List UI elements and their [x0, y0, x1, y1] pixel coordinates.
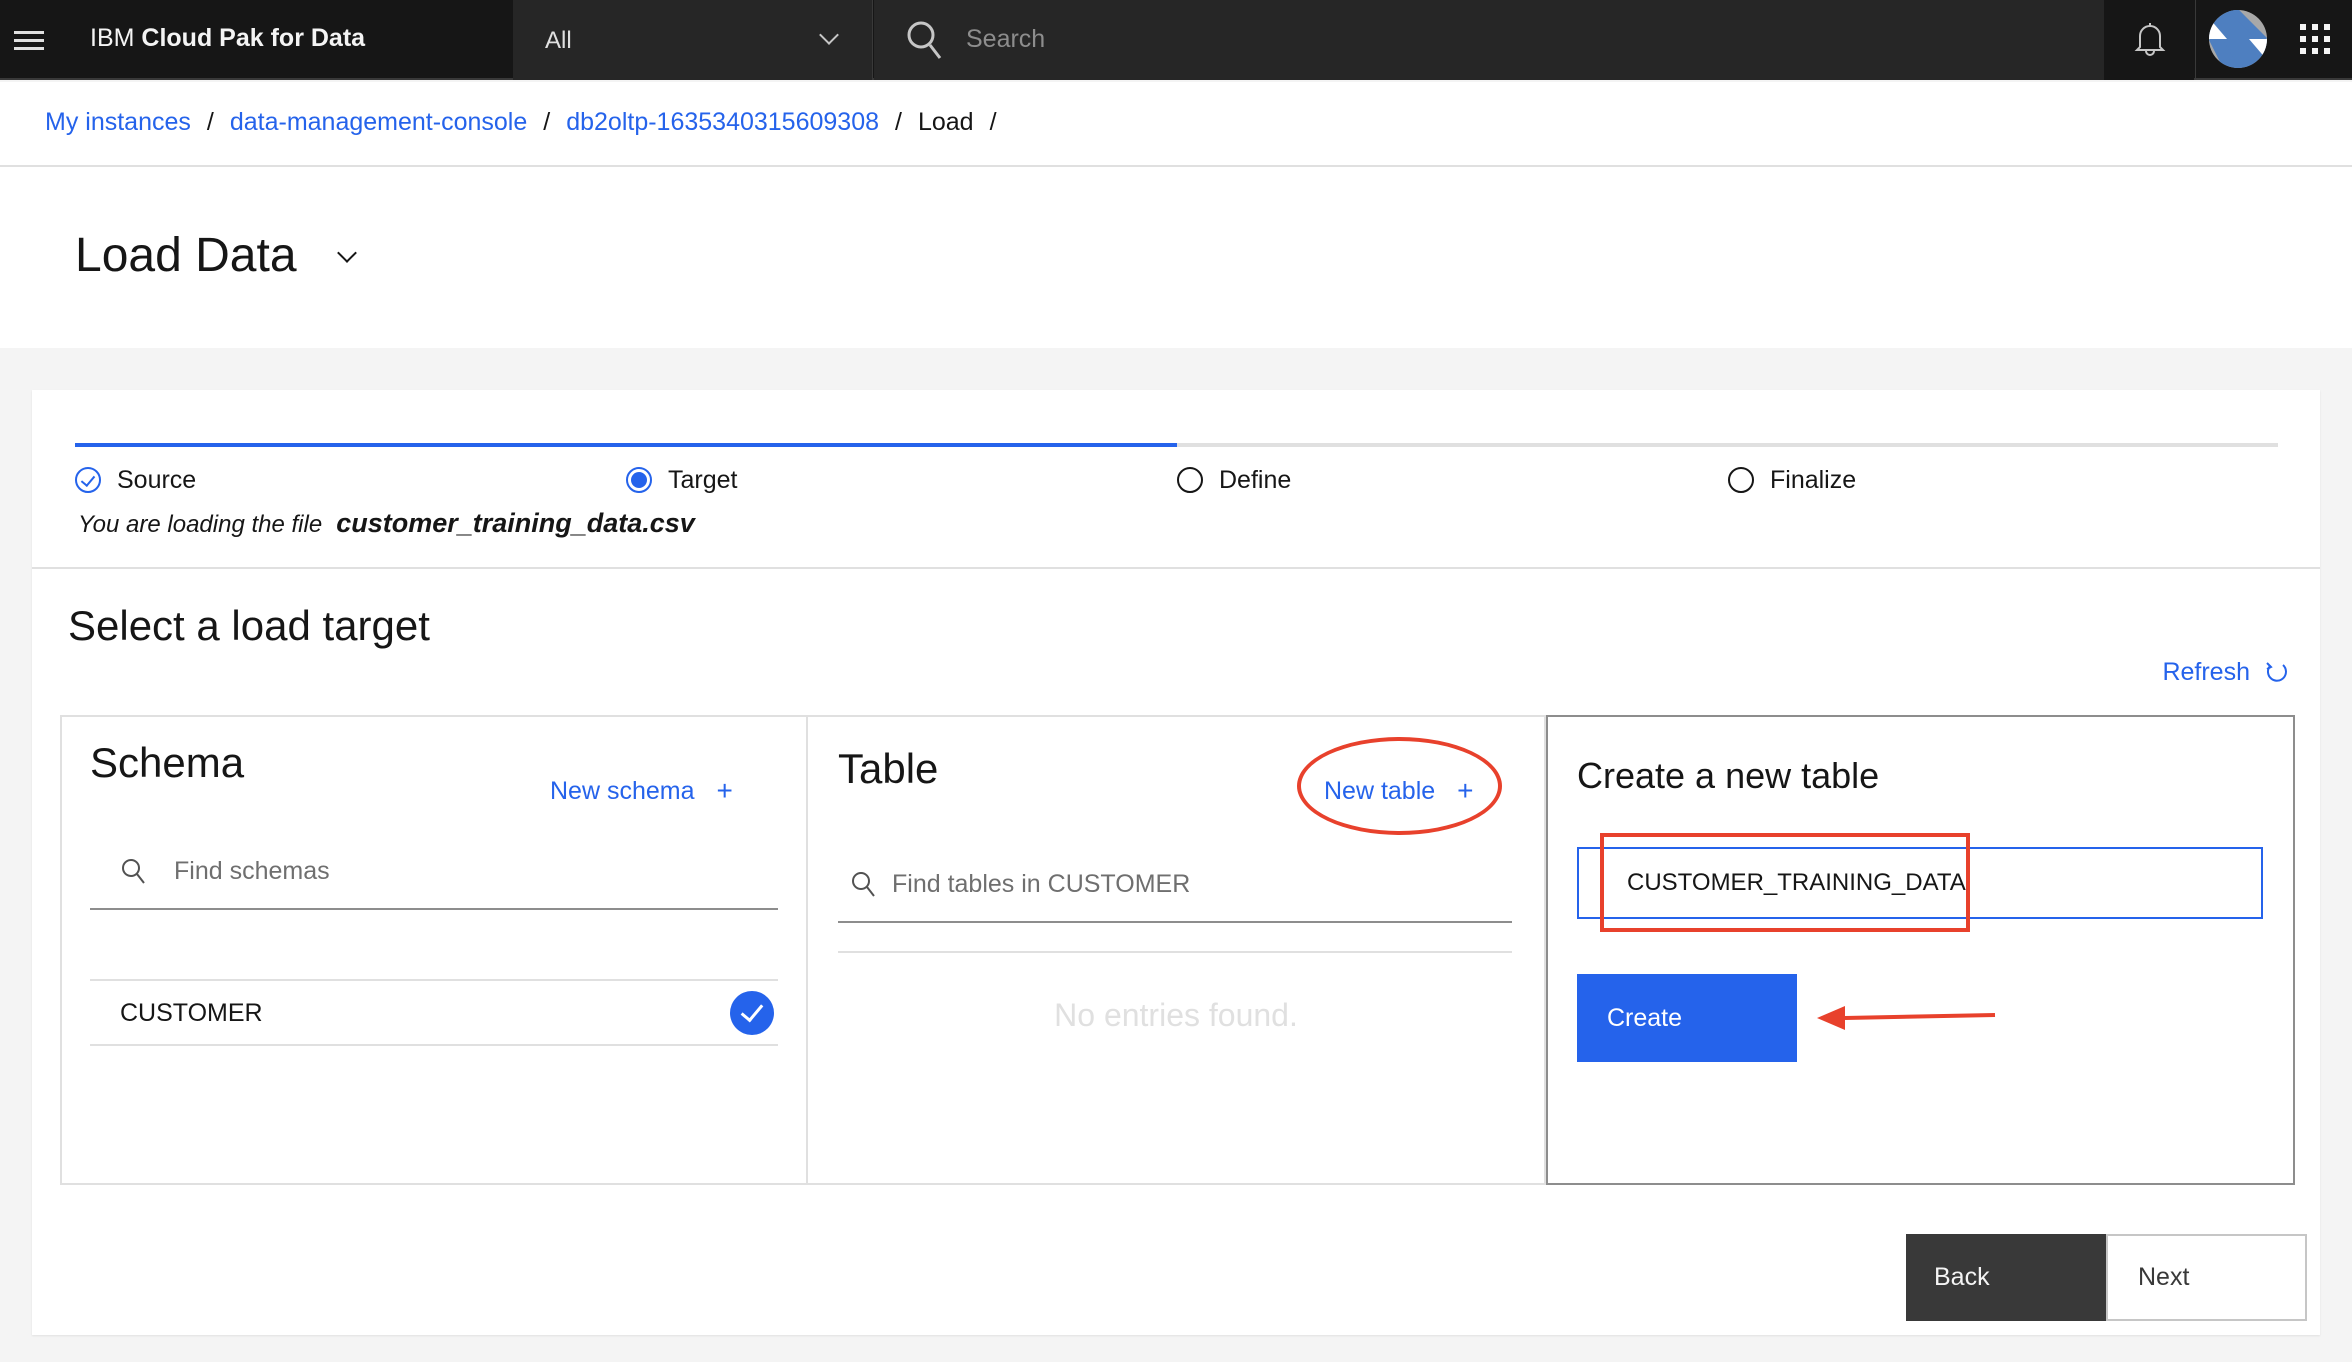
step-label: Define — [1219, 465, 1292, 494]
empty-circle-icon — [1177, 467, 1203, 493]
user-avatar — [2209, 10, 2267, 68]
create-table-panel: Create a new table Create — [1546, 715, 2295, 1185]
breadcrumb-data-management-console[interactable]: data-management-console — [230, 108, 527, 137]
search-icon — [122, 859, 145, 884]
current-step-icon — [626, 467, 652, 493]
new-schema-label: New schema — [550, 776, 695, 805]
table-panel-title: Table — [838, 745, 939, 792]
search-icon — [907, 21, 942, 59]
divider — [90, 1044, 778, 1046]
step-label: Target — [668, 465, 738, 494]
new-table-name-input[interactable] — [1577, 847, 2263, 919]
step-define[interactable]: Define — [1177, 462, 1291, 498]
scope-dropdown[interactable]: All — [513, 0, 873, 80]
breadcrumb: My instances / data-management-console /… — [45, 108, 1013, 137]
new-schema-button[interactable]: New schema + — [550, 775, 733, 807]
breadcrumb-my-instances[interactable]: My instances — [45, 108, 191, 137]
breadcrumb-db2oltp-instance[interactable]: db2oltp-1635340315609308 — [566, 108, 879, 137]
new-table-button[interactable]: New table + — [1324, 775, 1474, 807]
file-name: customer_training_data.csv — [336, 508, 695, 538]
create-table-title: Create a new table — [1577, 755, 1880, 796]
schema-search-input[interactable]: Find schemas — [90, 834, 778, 910]
plus-icon: + — [1457, 775, 1474, 806]
table-search-placeholder: Find tables in CUSTOMER — [892, 869, 1191, 898]
schema-search-placeholder: Find schemas — [174, 856, 330, 885]
divider — [0, 165, 2352, 167]
breadcrumb-separator: / — [543, 108, 551, 136]
step-label: Finalize — [1770, 465, 1857, 494]
divider — [838, 951, 1512, 953]
empty-circle-icon — [1728, 467, 1754, 493]
table-panel: Table New table + Find tables in CUSTOME… — [808, 715, 1546, 1185]
file-prefix: You are loading the file — [78, 511, 323, 538]
progress-fill — [75, 443, 1177, 447]
search-icon — [852, 872, 875, 897]
brand-title[interactable]: IBM Cloud Pak for Data — [90, 24, 365, 53]
section-title: Select a load target — [68, 602, 430, 649]
refresh-button[interactable]: Refresh — [2162, 658, 2290, 687]
empty-state-message: No entries found. — [1054, 997, 1298, 1033]
user-profile-button[interactable] — [2195, 0, 2280, 80]
global-search-input[interactable]: Search — [874, 0, 2104, 80]
step-label: Source — [117, 465, 197, 494]
schema-list-item[interactable]: CUSTOMER — [90, 982, 778, 1044]
step-finalize[interactable]: Finalize — [1728, 462, 1856, 498]
scope-dropdown-value: All — [545, 27, 572, 54]
checkmark-circle-icon — [75, 467, 101, 493]
page-title: Load Data — [75, 229, 297, 282]
refresh-icon — [2266, 661, 2287, 682]
breadcrumb-separator: / — [206, 108, 214, 136]
divider — [90, 979, 778, 981]
brand-prefix: IBM — [90, 24, 135, 52]
next-button[interactable]: Next — [2106, 1234, 2307, 1321]
notification-bell-icon — [2134, 23, 2166, 56]
app-switcher-icon[interactable] — [2300, 24, 2330, 54]
schema-panel: Schema New schema + Find schemas CUSTOME… — [60, 715, 808, 1185]
breadcrumb-separator: / — [989, 108, 997, 136]
schema-panel-title: Schema — [90, 739, 245, 786]
file-info: You are loading the file customer_trainin… — [78, 508, 695, 539]
breadcrumb-separator: / — [895, 108, 902, 136]
menu-icon[interactable] — [14, 22, 50, 58]
progress-track — [75, 443, 2278, 447]
step-source[interactable]: Source — [75, 462, 196, 498]
top-nav-bar: IBM Cloud Pak for Data All Search — [0, 0, 2352, 80]
divider — [32, 567, 2320, 569]
plus-icon: + — [716, 775, 733, 806]
refresh-label: Refresh — [2162, 658, 2250, 686]
schema-name: CUSTOMER — [120, 998, 263, 1027]
load-wizard-card: Source Target Define Finalize You are lo… — [32, 390, 2320, 1335]
checkmark-icon — [730, 991, 774, 1035]
table-search-input[interactable]: Find tables in CUSTOMER — [838, 847, 1512, 923]
search-placeholder: Search — [966, 25, 1046, 53]
brand-name: Cloud Pak for Data — [141, 24, 366, 52]
chevron-down-icon — [819, 25, 839, 45]
back-button[interactable]: Back — [1906, 1234, 2106, 1321]
notifications-button[interactable] — [2104, 0, 2194, 80]
breadcrumb-load: Load — [917, 108, 974, 136]
new-table-label: New table — [1324, 776, 1436, 805]
step-target[interactable]: Target — [626, 462, 737, 498]
create-button[interactable]: Create — [1577, 974, 1797, 1062]
